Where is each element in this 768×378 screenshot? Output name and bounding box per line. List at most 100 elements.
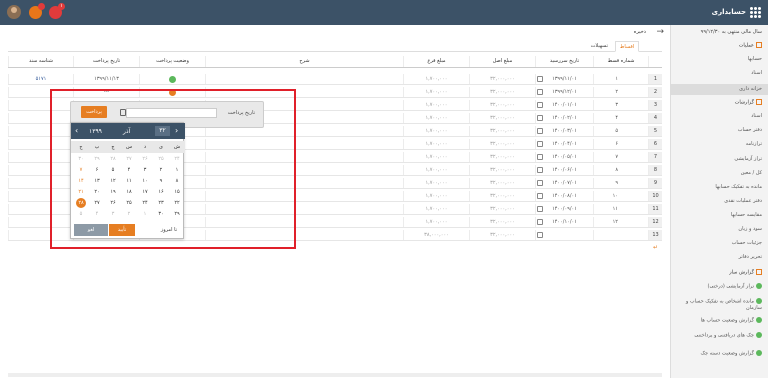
sidebar-item[interactable]: دفتر حساب [670, 127, 768, 135]
calendar-day[interactable]: ۳ [105, 211, 121, 217]
sidebar-item[interactable]: جزئیات حساب [670, 240, 768, 248]
calendar-icon[interactable] [537, 206, 543, 212]
pending-status-icon[interactable] [169, 89, 176, 96]
calendar-day[interactable]: ۱۶ [153, 189, 169, 195]
confirm-button[interactable]: تأیید [109, 224, 135, 236]
sidebar-item[interactable]: عملیات [670, 42, 768, 50]
column-header[interactable]: مبلغ اصل [469, 56, 535, 67]
column-header[interactable]: تاریخ پرداخت [73, 56, 139, 67]
sidebar-item[interactable]: اسناد [670, 70, 768, 78]
sidebar-item[interactable]: ترازنامه [670, 141, 768, 149]
sidebar-item[interactable]: گزارش وضعیت دسته چک [670, 350, 768, 358]
calendar-icon[interactable] [537, 89, 543, 95]
calendar-icon[interactable] [537, 154, 543, 160]
calendar-day[interactable]: ۱۱ [121, 178, 137, 184]
calendar-icon[interactable] [537, 232, 543, 238]
calendar-day[interactable]: ۲۵ [121, 200, 137, 206]
calendar-day[interactable]: ۱۸ [121, 189, 137, 195]
column-header[interactable] [648, 56, 662, 67]
calendar-day[interactable]: ۲۳ [153, 200, 169, 206]
sidebar-item[interactable]: گزارشات [670, 99, 768, 107]
prev-month-icon[interactable]: ‹ [75, 126, 78, 135]
calendar-icon[interactable] [537, 76, 543, 82]
tab-facilities[interactable]: تسهیلات [591, 43, 608, 49]
column-header[interactable]: شرح [205, 56, 403, 67]
calendar-day[interactable]: ۱۴ [73, 178, 89, 184]
calendar-day[interactable]: ۱۷ [137, 189, 153, 195]
calendar-icon[interactable] [537, 128, 543, 134]
calendar-day[interactable]: ۲۹ [169, 211, 185, 217]
cancel-button[interactable]: لغو [74, 224, 108, 236]
sidebar-item[interactable]: کل / معین [670, 170, 768, 178]
pay-button[interactable]: پرداخت [81, 106, 107, 118]
sidebar-item[interactable]: مانده به تفکیک حسابها [670, 184, 768, 192]
calendar-day[interactable]: ۲ [121, 211, 137, 217]
calendar-day[interactable]: ۲۰ [89, 189, 105, 195]
calendar-day[interactable]: ۲۲ [169, 200, 185, 206]
calendar-icon[interactable] [537, 167, 543, 173]
calendar-day[interactable]: ۲۱ [73, 189, 89, 195]
calendar-day[interactable]: ۲۸ [105, 156, 121, 162]
calendar-day[interactable]: ۱ [137, 211, 153, 217]
calendar-day[interactable]: ۱۲ [105, 178, 121, 184]
tab-installments[interactable]: اقساط [615, 41, 639, 52]
sidebar-item[interactable]: مانده اشخاص به تفکیک حساب و سازمان [670, 298, 768, 311]
calendar-day[interactable]: ۱۹ [105, 189, 121, 195]
avatar[interactable] [7, 5, 21, 19]
calendar-day[interactable]: ۲۷ [121, 156, 137, 162]
fiscal-year[interactable]: سال مالی منتهی به ۹۹/۱۲/۳۰ [674, 29, 762, 35]
calendar-day[interactable]: ۳۰ [73, 156, 89, 162]
calendar-day[interactable]: ۳۰ [153, 211, 169, 217]
horizontal-scrollbar[interactable] [8, 373, 662, 377]
calendar-day[interactable]: ۲۴ [137, 200, 153, 206]
apps-grid-icon[interactable] [750, 7, 761, 18]
calendar-icon[interactable] [120, 109, 126, 116]
calendar-day[interactable]: ۱۳ [89, 178, 105, 184]
sidebar-item[interactable]: مقایسه حسابها [670, 212, 768, 220]
calendar-day[interactable]: ۲ [153, 167, 169, 173]
calendar-day[interactable]: ۲۵ [153, 156, 169, 162]
sidebar-item[interactable]: دفتر عملیات نقدی [670, 198, 768, 206]
calendar-day[interactable]: ۱۵ [169, 189, 185, 195]
calendar-day[interactable]: ۴ [89, 211, 105, 217]
calendar-day[interactable]: ۱ [169, 167, 185, 173]
sidebar-item[interactable]: تراز آزمایشی (درختی) [670, 283, 768, 291]
calendar-day[interactable]: ۷ [73, 167, 89, 173]
calendar-day[interactable]: ۲۹ [89, 156, 105, 162]
sidebar-item[interactable]: سود و زیان [670, 226, 768, 234]
sidebar-item[interactable]: اسناد [670, 113, 768, 121]
back-arrow-icon[interactable]: → [656, 27, 664, 37]
calendar-day[interactable]: ۲۴ [169, 156, 185, 162]
calendar-month-number[interactable]: ۳۲ [155, 126, 170, 136]
table-row[interactable]: 1 ۱ ۱۳۹۹/۱۱/۰۱ ۳۲,۰۰۰,۰۰۰ ۱,۷۰۰,۰۰۰ ۱۳۹۹/۱۱/۱… [8, 74, 662, 85]
paid-status-icon[interactable] [169, 76, 176, 83]
column-header[interactable]: مبلغ فرع [403, 56, 469, 67]
calendar-day[interactable]: ۵ [105, 167, 121, 173]
calendar-day[interactable]: ۴ [121, 167, 137, 173]
calendar-year[interactable]: ۱۳۹۹ [89, 128, 102, 135]
table-row[interactable]: 2 ۲ ۱۳۹۹/۱۲/۰۱ ۳۲,۰۰۰,۰۰۰ ۱,۷۰۰,۰۰۰ --- [8, 87, 662, 98]
column-header[interactable]: شماره قسط [593, 56, 648, 67]
calendar-day[interactable]: ۸ [169, 178, 185, 184]
sidebar-item[interactable]: گزارش وضعیت حساب ها [670, 317, 768, 325]
calendar-day[interactable]: ۲۸ [73, 200, 89, 206]
calendar-day[interactable]: ۹ [153, 178, 169, 184]
calendar-icon[interactable] [537, 219, 543, 225]
calendar-day[interactable]: ۱۰ [137, 178, 153, 184]
today-button[interactable]: تا امروز [161, 227, 177, 233]
calendar-day[interactable]: ۲۶ [137, 156, 153, 162]
calendar-day[interactable]: ۵ [73, 211, 89, 217]
calendar-icon[interactable] [537, 193, 543, 199]
calendar-icon[interactable] [537, 180, 543, 186]
calendar-day[interactable]: ۶ [89, 167, 105, 173]
sidebar-item[interactable]: خزانه داری [670, 84, 768, 95]
calendar-day[interactable]: ۳ [137, 167, 153, 173]
payment-date-input[interactable] [126, 108, 217, 118]
calendar-icon[interactable] [537, 102, 543, 108]
calendar-day[interactable]: ۲۶ [105, 200, 121, 206]
column-header[interactable]: تاریخ سررسید [535, 56, 593, 67]
sidebar-item[interactable]: گزارش ساز [670, 269, 768, 277]
sidebar-item[interactable]: چک های دریافتنی و پرداختنی [670, 332, 768, 340]
sidebar-item[interactable]: تراز آزمایشی [670, 156, 768, 164]
add-row-icon[interactable]: ↵ [653, 244, 658, 251]
